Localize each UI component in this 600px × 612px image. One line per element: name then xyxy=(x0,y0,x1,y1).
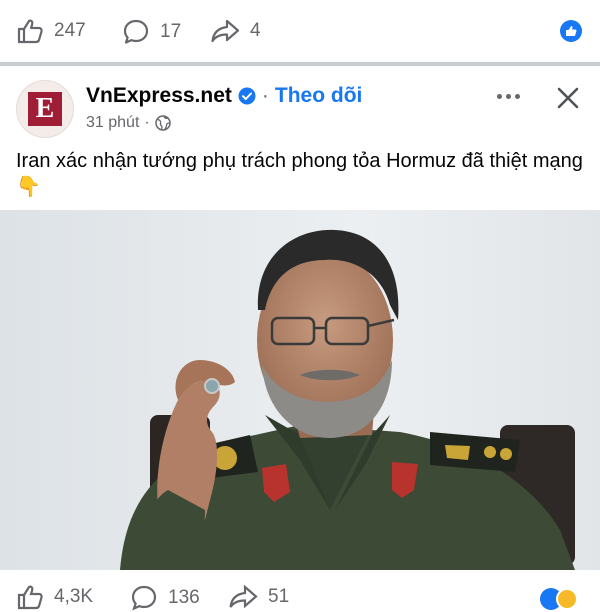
share-count: 4 xyxy=(250,20,261,41)
share-icon xyxy=(229,584,258,609)
share-icon xyxy=(211,19,240,43)
comment-count: 17 xyxy=(160,21,182,42)
like-reaction-icon xyxy=(560,20,582,42)
more-options-icon[interactable] xyxy=(492,84,524,108)
post-like-button[interactable]: 4,3K xyxy=(16,584,93,610)
photo-of-general xyxy=(0,210,600,570)
page-name[interactable]: VnExpress.net xyxy=(86,84,232,108)
previous-post-action-bar: 247 17 4 xyxy=(0,0,600,62)
share-button[interactable]: 4 xyxy=(210,18,261,44)
globe-icon xyxy=(154,115,171,131)
post-photo[interactable] xyxy=(0,210,600,570)
meta-separator: · xyxy=(144,114,150,131)
separator-dot: · xyxy=(261,84,269,107)
comment-icon xyxy=(123,19,149,44)
comment-button[interactable]: 17 xyxy=(122,18,181,46)
like-button[interactable]: 247 xyxy=(16,18,86,44)
close-icon[interactable] xyxy=(552,82,584,114)
post-comment-button[interactable]: 136 xyxy=(130,584,200,612)
page-avatar[interactable]: E xyxy=(16,80,74,138)
post-share-button[interactable]: 51 xyxy=(228,584,289,610)
thumbs-up-icon xyxy=(17,585,43,610)
follow-button[interactable]: Theo dõi xyxy=(275,84,363,108)
verified-badge-icon xyxy=(238,87,256,105)
post-meta: 31 phút · xyxy=(86,114,171,132)
post-caption: Iran xác nhận tướng phụ trách phong tỏa … xyxy=(16,150,583,198)
comment-icon xyxy=(131,585,157,611)
post-like-count: 4,3K xyxy=(54,586,94,607)
post-time[interactable]: 31 phút xyxy=(86,114,139,132)
post-action-bar: 4,3K 136 51 xyxy=(0,570,600,611)
thumbs-up-icon xyxy=(17,19,43,44)
post-reactions-icon xyxy=(540,588,580,610)
post-header: E VnExpress.net · Theo dõi 31 phút · xyxy=(0,66,600,148)
vnexpress-logo: E xyxy=(28,92,62,126)
post-share-count: 51 xyxy=(268,586,290,607)
post-comment-count: 136 xyxy=(168,587,200,608)
like-count: 247 xyxy=(54,20,86,41)
name-line: VnExpress.net · Theo dõi xyxy=(86,84,362,108)
